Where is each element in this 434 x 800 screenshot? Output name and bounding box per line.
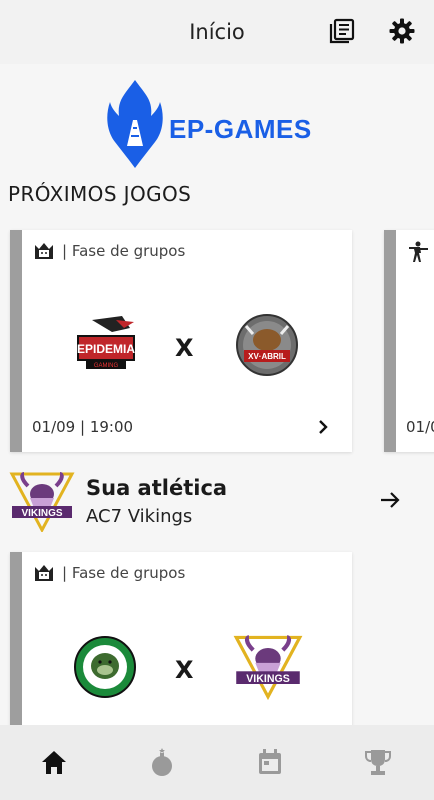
versus-label: X [175, 334, 194, 362]
user-athletic-row[interactable]: VIKINGS Sua atlética AC7 Vikings [0, 464, 434, 540]
svg-text:GAMING: GAMING [94, 363, 119, 369]
nav-bomb[interactable] [108, 725, 216, 800]
bomb-icon [152, 748, 172, 776]
clash-royale-icon [32, 240, 56, 264]
arrow-right-icon[interactable] [378, 488, 402, 512]
brand-name: EP-GAMES [169, 114, 312, 144]
match-phase: | Fase de grupos [62, 242, 186, 260]
nav-calendar[interactable] [216, 725, 324, 800]
calendar-icon [259, 749, 281, 774]
nav-trophy[interactable] [324, 725, 432, 800]
app-bar: Início [0, 0, 434, 64]
page-title: Início [189, 20, 245, 44]
vikings-logo: VIKINGS [8, 470, 76, 534]
athletic-name: AC7 Vikings [86, 506, 193, 527]
main-content[interactable]: EP-GAMES PRÓXIMOS JOGOS | Fase de grupos… [0, 64, 434, 725]
match-card[interactable]: | Fase de grupos EPIDEMIA GAMING X XV·AB… [10, 230, 352, 452]
match-card[interactable]: 01/0 [384, 230, 434, 452]
svg-text:VIKINGS: VIKINGS [246, 673, 290, 685]
home-icon [42, 751, 66, 774]
counter-strike-icon [406, 240, 430, 264]
team-logo-home [72, 634, 138, 700]
chevron-right-icon[interactable] [314, 418, 332, 436]
versus-label: X [175, 656, 194, 684]
match-datetime: 01/09 | 19:00 [32, 418, 134, 436]
team-logo-away: VIKINGS [232, 630, 304, 702]
card-accent-bar [10, 230, 22, 452]
trophy-icon [365, 750, 391, 775]
card-accent-bar [10, 552, 22, 725]
bottom-navigation [0, 725, 434, 800]
card-accent-bar [384, 230, 396, 452]
svg-text:EPIDEMIA: EPIDEMIA [77, 342, 135, 356]
team-logo-away: XV·ABRIL [234, 312, 300, 378]
svg-text:XV·ABRIL: XV·ABRIL [248, 352, 286, 361]
news-icon[interactable] [328, 17, 356, 45]
svg-text:VIKINGS: VIKINGS [21, 508, 62, 519]
team-logo-home: EPIDEMIA GAMING [72, 312, 138, 378]
gear-icon[interactable] [388, 17, 416, 45]
clash-royale-icon [32, 562, 56, 586]
ep-games-logo: EP-GAMES [105, 76, 335, 168]
athletic-title: Sua atlética [86, 476, 228, 500]
match-card[interactable]: | Fase de grupos X VIKINGS [10, 552, 352, 725]
match-phase: | Fase de grupos [62, 564, 186, 582]
match-datetime: 01/0 [406, 418, 434, 436]
nav-home[interactable] [0, 725, 108, 800]
section-title: PRÓXIMOS JOGOS [8, 182, 192, 206]
